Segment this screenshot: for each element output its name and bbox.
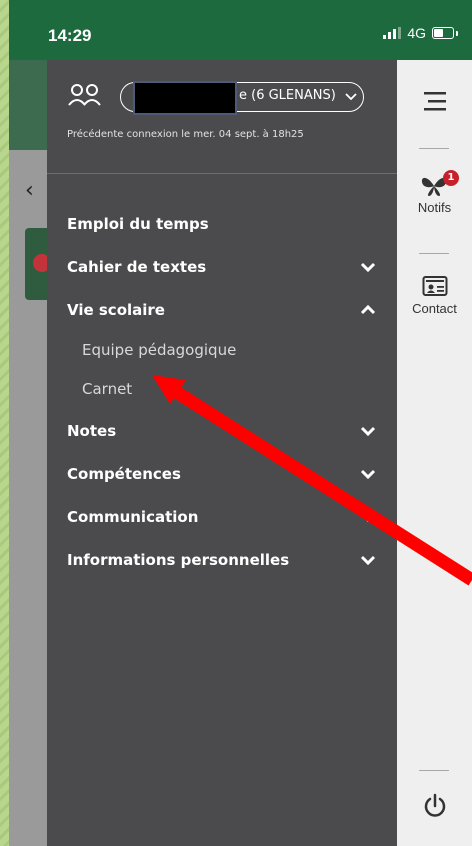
- status-bar: 14:29 4G: [9, 0, 472, 60]
- drawer-menu: Emploi du temps Cahier de textes Vie sco…: [47, 202, 397, 581]
- menu-item-emploi-du-temps[interactable]: Emploi du temps: [47, 202, 397, 245]
- menu-item-label: Communication: [67, 507, 199, 526]
- chevron-down-icon: [360, 512, 376, 522]
- menu-item-label: Informations personnelles: [67, 550, 290, 569]
- rail-divider: [419, 148, 449, 149]
- chevron-down-icon: [360, 262, 376, 272]
- account-selector[interactable]: e (6 GLENANS): [120, 81, 364, 115]
- menu-item-label: Vie scolaire: [67, 300, 165, 319]
- redacted-name: [133, 81, 237, 115]
- account-selector-label: e (6 GLENANS): [239, 88, 336, 103]
- battery-icon: [432, 27, 454, 39]
- power-icon: [424, 793, 445, 817]
- navigation-drawer: e (6 GLENANS) Précédente connexion le me…: [47, 60, 397, 846]
- background-app-header: [9, 60, 49, 150]
- contact-card-icon: [422, 276, 447, 296]
- drawer-header: e (6 GLENANS) Précédente connexion le me…: [47, 60, 397, 174]
- submenu-item-label: Equipe pédagogique: [82, 341, 237, 359]
- menu-item-cahier-de-textes[interactable]: Cahier de textes: [47, 245, 397, 288]
- notifs-label: Notifs: [417, 200, 452, 215]
- submenu-item-carnet[interactable]: Carnet: [47, 369, 397, 409]
- chevron-down-icon: [360, 426, 376, 436]
- notification-badge: 1: [443, 170, 459, 186]
- rail-divider: [419, 770, 449, 771]
- hamburger-icon: [423, 92, 446, 111]
- battery-tip: [456, 30, 458, 36]
- menu-item-label: Emploi du temps: [67, 214, 209, 233]
- last-login-text: Précédente connexion le mer. 04 sept. à …: [67, 129, 304, 140]
- back-arrow-icon: ‹: [25, 178, 34, 203]
- right-rail: 1 Notifs Contact: [397, 60, 472, 846]
- rail-divider: [419, 253, 449, 254]
- menu-item-label: Cahier de textes: [67, 257, 207, 276]
- menu-item-competences[interactable]: Compétences: [47, 452, 397, 495]
- chevron-down-icon: [360, 469, 376, 479]
- notifs-button[interactable]: 1 Notifs: [397, 170, 472, 215]
- submenu-item-label: Carnet: [82, 380, 133, 398]
- status-right: 4G: [383, 25, 458, 41]
- chevron-down-icon: [360, 555, 376, 565]
- menu-item-notes[interactable]: Notes: [47, 409, 397, 452]
- menu-item-label: Notes: [67, 421, 117, 440]
- users-icon: [68, 84, 101, 106]
- chevron-down-icon: [345, 93, 357, 101]
- menu-item-vie-scolaire[interactable]: Vie scolaire: [47, 288, 397, 331]
- contact-label: Contact: [412, 301, 457, 316]
- menu-toggle-button[interactable]: [397, 90, 472, 120]
- chevron-up-icon: [360, 304, 376, 314]
- network-label: 4G: [407, 25, 426, 41]
- status-time: 14:29: [48, 26, 92, 45]
- phone-screen: 14:29 4G ‹ e (6 GLENANS) Précédente conn…: [9, 0, 472, 846]
- signal-icon: [383, 27, 402, 39]
- menu-item-label: Compétences: [67, 464, 181, 483]
- logout-button[interactable]: [397, 793, 472, 823]
- menu-item-communication[interactable]: Communication: [47, 495, 397, 538]
- contact-button[interactable]: Contact: [397, 275, 472, 316]
- menu-item-informations-personnelles[interactable]: Informations personnelles: [47, 538, 397, 581]
- submenu-item-equipe-pedagogique[interactable]: Equipe pédagogique: [47, 331, 397, 369]
